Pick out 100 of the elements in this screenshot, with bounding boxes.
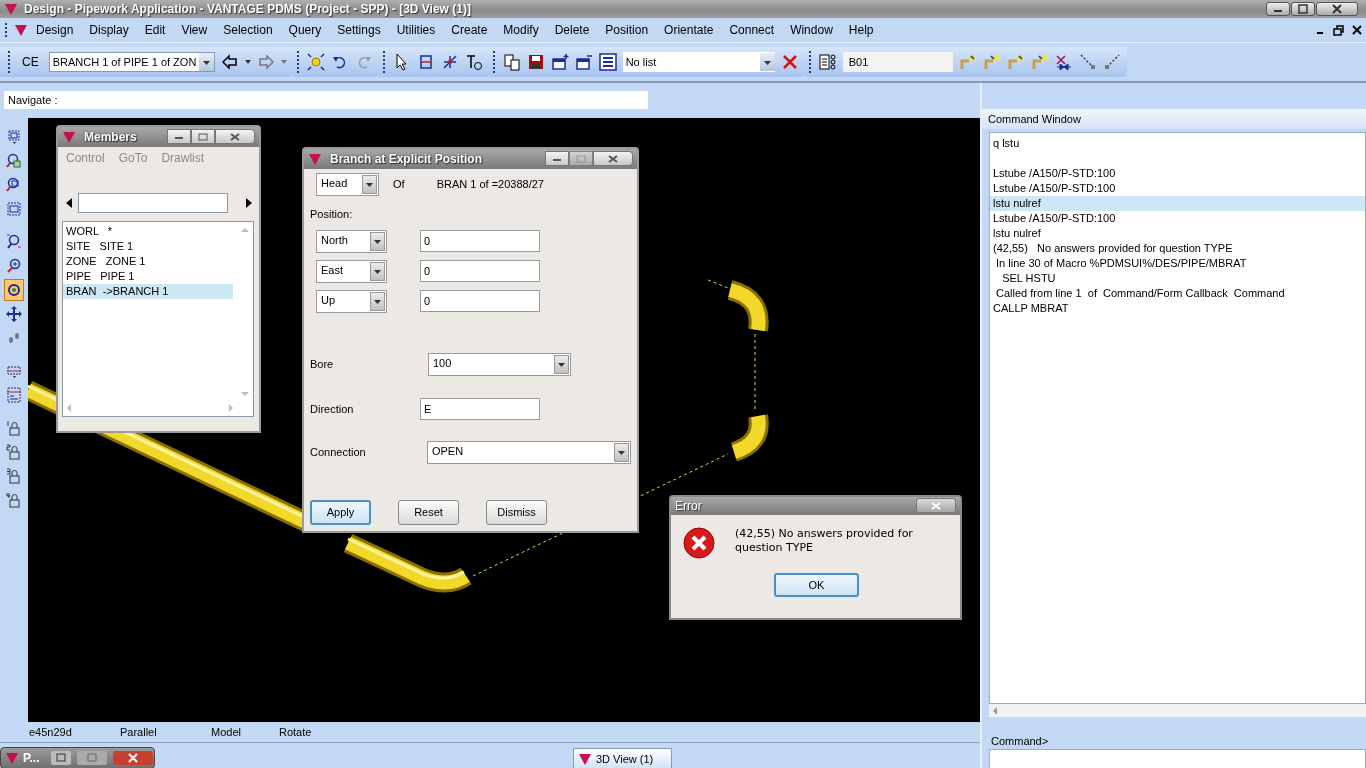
- menu-item[interactable]: Delete: [546, 23, 598, 37]
- caret-icon: [373, 267, 382, 275]
- maximize-button[interactable]: [1291, 2, 1315, 16]
- menu-item[interactable]: Orientate: [656, 23, 722, 37]
- zoom-frame-icon: [6, 200, 22, 217]
- output-line: q lstu: [992, 136, 1021, 151]
- maximize-icon: [576, 154, 586, 163]
- clip-ce-icon: [6, 386, 22, 403]
- back-arrow-icon[interactable]: [220, 53, 239, 71]
- dashed-line-icon[interactable]: [1102, 53, 1121, 71]
- menu-item[interactable]: Help: [840, 23, 882, 37]
- minimize-button[interactable]: [167, 129, 191, 145]
- bore-select[interactable]: 100: [428, 352, 571, 376]
- list-item[interactable]: SITE SITE 1: [63, 238, 233, 254]
- panel-title: Command Window: [988, 113, 1081, 125]
- dialog-button[interactable]: Reset: [398, 499, 459, 525]
- minimize-button[interactable]: [1266, 2, 1290, 16]
- command-prompt: Command>: [991, 735, 1049, 747]
- valve-delete-icon[interactable]: [1054, 53, 1073, 71]
- window-tab[interactable]: 3D View (1): [573, 748, 673, 768]
- end-select[interactable]: Head: [316, 172, 379, 196]
- close-button[interactable]: [215, 129, 255, 145]
- 3d-viewport[interactable]: [28, 117, 980, 723]
- command-input[interactable]: [989, 749, 1366, 768]
- restore-icon[interactable]: [1333, 24, 1344, 36]
- menu-item[interactable]: Query: [280, 23, 330, 37]
- axis-select[interactable]: North: [316, 229, 387, 253]
- lock-icon: [6, 467, 22, 484]
- navigate-field[interactable]: Navigate :: [4, 91, 648, 109]
- magnifier-icon: [6, 233, 22, 250]
- menu-item[interactable]: Display: [81, 23, 137, 37]
- list-item[interactable]: ZONE ZONE 1: [63, 253, 233, 269]
- close-icon: [931, 501, 941, 510]
- dialog-title: Members: [84, 129, 137, 144]
- zoom-in-icon: [6, 257, 22, 274]
- maximize-button[interactable]: [191, 129, 215, 145]
- caret-icon: [762, 58, 772, 66]
- menu-item[interactable]: Position: [597, 23, 657, 37]
- output-line: lstu nulref: [992, 226, 1042, 241]
- list-item[interactable]: BRAN ->BRANCH 1: [63, 283, 233, 299]
- close-button[interactable]: [593, 151, 633, 167]
- members-list[interactable]: WORL * SITE SITE 1 ZONE ZONE 1 PIPE PIPE 1 BRAN ->BRANCH 1: [62, 220, 254, 417]
- menu-logo-icon[interactable]: [14, 23, 28, 37]
- name-field[interactable]: B01: [842, 52, 953, 72]
- save-icon[interactable]: [526, 53, 545, 71]
- of-label: Of: [393, 178, 405, 191]
- elbow-drawing: [730, 414, 769, 462]
- menu-item[interactable]: Utilities: [388, 23, 444, 37]
- menu-item[interactable]: Connect: [721, 23, 783, 37]
- list-item[interactable]: PIPE PIPE 1: [63, 268, 233, 284]
- search-field[interactable]: [78, 192, 228, 213]
- close-icon[interactable]: [1352, 25, 1362, 35]
- coordinate-field[interactable]: 0: [420, 290, 540, 313]
- dialog-title: Error: [675, 498, 702, 513]
- maximize-button[interactable]: [569, 151, 593, 167]
- menu-item[interactable]: Window: [782, 23, 841, 37]
- axis-select[interactable]: East: [316, 259, 387, 283]
- next-icon[interactable]: [246, 197, 252, 208]
- caret-icon[interactable]: [244, 60, 251, 64]
- magnifier-icon: [6, 152, 22, 169]
- window-title: Design - Pipework Application - VANTAGE PDMS (Project - SPP) - [3D View (1)]: [24, 2, 471, 16]
- view-tool-button[interactable]: [4, 278, 24, 301]
- caret-icon: [617, 448, 626, 456]
- connection-select[interactable]: OPEN: [426, 440, 631, 464]
- menu-item[interactable]: Design: [28, 23, 82, 37]
- caret-icon: [557, 360, 566, 368]
- documents-icon[interactable]: [502, 53, 521, 71]
- close-button[interactable]: [1316, 2, 1358, 16]
- menu-item[interactable]: Selection: [215, 23, 281, 37]
- list-combo[interactable]: No list: [622, 52, 775, 72]
- list-item[interactable]: WORL *: [63, 223, 233, 239]
- grip-icon[interactable]: [4, 22, 8, 38]
- window-remove-icon[interactable]: [574, 53, 593, 71]
- dialog-button[interactable]: Apply: [310, 499, 371, 525]
- axis-select[interactable]: Up: [316, 289, 387, 313]
- dashed-line-icon[interactable]: [1078, 53, 1097, 71]
- ce-label: CE: [21, 55, 40, 69]
- previous-icon[interactable]: [66, 197, 72, 208]
- document-chain-icon[interactable]: [818, 53, 837, 71]
- minimize-button[interactable]: [545, 151, 569, 167]
- menu-item[interactable]: Create: [443, 23, 496, 37]
- sun-icon[interactable]: [306, 53, 325, 71]
- ok-button[interactable]: OK: [774, 572, 859, 597]
- menu-item[interactable]: Edit: [136, 23, 174, 37]
- list-icon[interactable]: [598, 53, 617, 71]
- coordinate-field[interactable]: 0: [420, 230, 540, 253]
- window-add-icon[interactable]: [550, 53, 569, 71]
- delete-icon[interactable]: [780, 53, 799, 71]
- current-element-combo[interactable]: BRANCH 1 of PIPE 1 of ZON: [48, 52, 215, 72]
- close-icon: [1331, 4, 1343, 14]
- menu-item[interactable]: View: [173, 23, 216, 37]
- output-line: In line 30 of Macro %PDMSUI%/DES/PIPE/MBRAT: [995, 256, 1248, 271]
- dialog-button[interactable]: Dismiss: [486, 499, 547, 525]
- scroll-left-icon[interactable]: [991, 705, 999, 716]
- forward-arrow-icon[interactable]: [256, 53, 275, 71]
- menu-item[interactable]: Settings: [329, 23, 389, 37]
- menu-item[interactable]: Modify: [495, 23, 547, 37]
- direction-field[interactable]: E: [420, 397, 540, 420]
- text-cursor-icon[interactable]: [464, 53, 483, 71]
- coordinate-field[interactable]: 0: [420, 260, 540, 283]
